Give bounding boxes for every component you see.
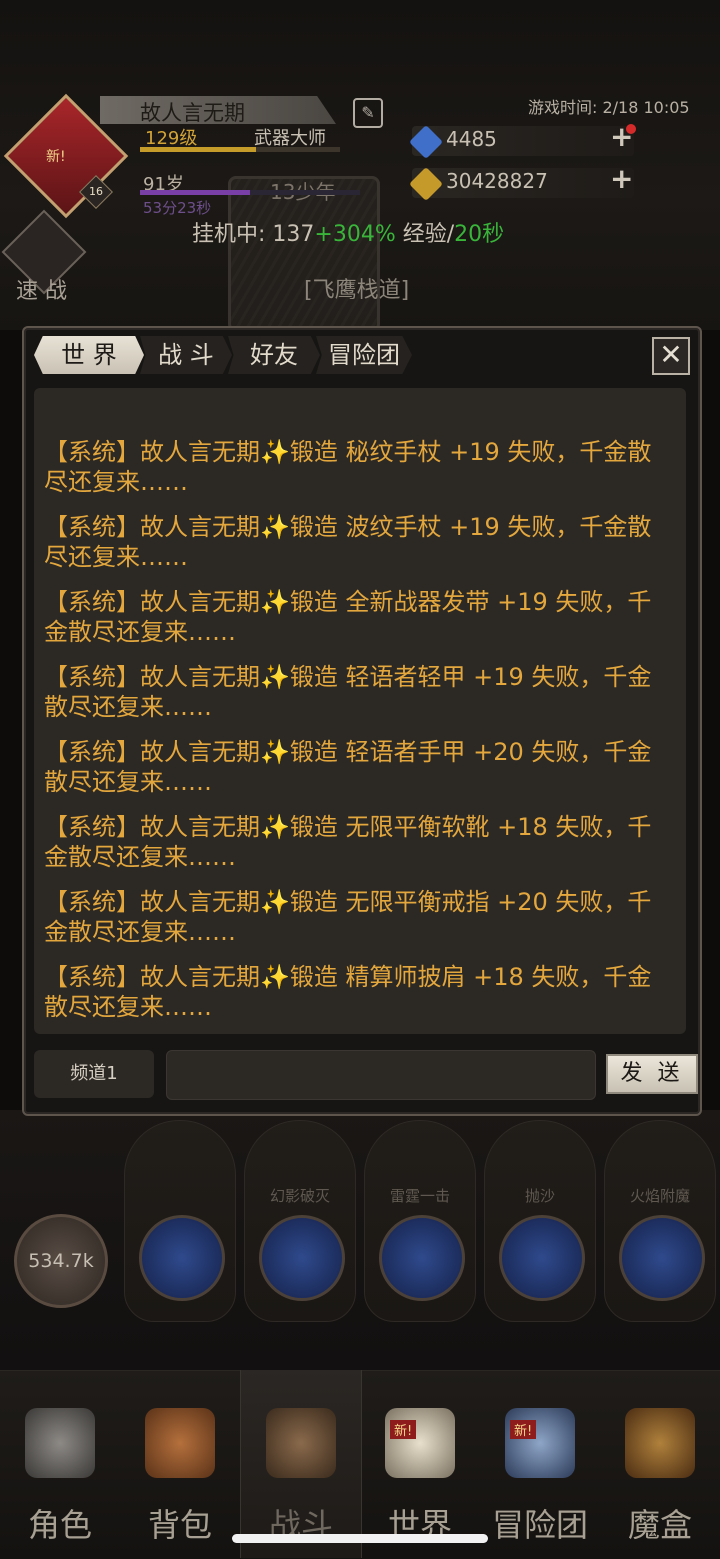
avatar-new-badge: 新! (46, 149, 66, 165)
nav-label: 魔盒 (627, 1506, 692, 1544)
speed-battle-label[interactable]: 速 战 (16, 273, 67, 305)
sand-icon (499, 1215, 585, 1301)
nav-label: 冒险团 (491, 1506, 588, 1544)
tab-world[interactable]: 世 界 (34, 336, 144, 374)
tab-friends[interactable]: 好友 (228, 336, 320, 374)
chat-message: 【系统】故人言无期✨锻造 精算师披肩 +18 失败，千金散尽还复来…… (44, 963, 652, 1021)
gold-count: 30428827 (446, 169, 548, 193)
castle-icon (505, 1408, 575, 1478)
chat-message: 【系统】故人言无期✨锻造 秘纹手杖 +19 失败，千金散尽还复来…… (44, 438, 652, 496)
skill-name: 抛沙 (524, 1187, 555, 1205)
skill-name: 火焰附魔 (629, 1187, 690, 1205)
tab-adventure-group[interactable]: 冒险团 (316, 336, 412, 374)
age-timer: 53分23秒 (143, 199, 212, 217)
nav-adventure-group[interactable]: 新! 冒险团 (480, 1370, 600, 1558)
skill-name: 雷霆一击 (389, 1187, 450, 1205)
tab-battle[interactable]: 战 斗 (140, 336, 232, 374)
skill-slot-1[interactable]: 幻影破灭 (244, 1120, 356, 1322)
channel-selector[interactable]: 频道1 (34, 1050, 154, 1098)
chat-message: 【系统】故人言无期✨锻造 波纹手杖 +19 失败，千金散尽还复来…… (44, 513, 652, 571)
notification-dot (626, 124, 636, 134)
nav-label: 背包 (147, 1506, 212, 1544)
gem-count: 4485 (446, 127, 497, 151)
nav-world[interactable]: 新! 世界 (360, 1370, 480, 1558)
chat-message: 【系统】故人言无期✨锻造 轻语者轻甲 +19 失败，千金散尽还复来…… (44, 663, 652, 721)
age-progress-fill (140, 190, 250, 195)
chat-message: 【系统】故人言无期✨锻造 无限平衡戒指 +20 失败，千金散尽还复来…… (44, 888, 652, 946)
backpack-icon (145, 1408, 215, 1478)
idle-status: 挂机中: 137+304% 经验/20秒 (192, 222, 505, 247)
level-progress-fill (140, 147, 256, 152)
edit-name-button[interactable]: ✎ (353, 98, 383, 128)
nav-magic-box[interactable]: 魔盒 (600, 1370, 720, 1558)
add-gold-button[interactable]: + (610, 162, 633, 195)
skill-slot-basic[interactable] (124, 1120, 236, 1322)
scroll-icon (385, 1408, 455, 1478)
chat-message: 【系统】故人言无期✨锻造 轻语者手甲 +20 失败，千金散尽还复来…… (44, 738, 652, 796)
chat-message: 【系统】故人言无期✨锻造 无限平衡软靴 +18 失败，千金散尽还复来…… (44, 813, 652, 871)
nav-new-badge: 新! (390, 1420, 417, 1439)
sword-icon (139, 1215, 225, 1301)
chat-input[interactable] (166, 1050, 596, 1100)
chat-message: 【系统】故人言无期✨锻造 全新战器发带 +19 失败，千金散尽还复来…… (44, 588, 652, 646)
thunder-icon (379, 1215, 465, 1301)
skill-slot-3[interactable]: 抛沙 (484, 1120, 596, 1322)
skill-name: 幻影破灭 (269, 1187, 330, 1205)
nav-battle[interactable]: 战斗 (240, 1370, 362, 1558)
fire-icon (619, 1215, 705, 1301)
close-button[interactable]: ✕ (652, 337, 690, 375)
player-name: 故人言无期 (140, 101, 245, 125)
home-indicator[interactable] (232, 1534, 488, 1543)
sword-shield-icon (266, 1408, 336, 1478)
phantom-icon (259, 1215, 345, 1301)
cube-icon (625, 1408, 695, 1478)
nav-bag[interactable]: 背包 (120, 1370, 240, 1558)
game-time: 游戏时间: 2/18 10:05 (528, 98, 690, 117)
nav-label: 角色 (27, 1506, 92, 1544)
skill-slot-2[interactable]: 雷霆一击 (364, 1120, 476, 1322)
location-name: [飞鹰栈道] (304, 278, 410, 303)
hp-orb: 534.7k (14, 1214, 108, 1308)
send-button[interactable]: 发 送 (606, 1054, 698, 1094)
nav-character[interactable]: 角色 (0, 1370, 120, 1558)
helmet-icon (25, 1408, 95, 1478)
skill-slot-4[interactable]: 火焰附魔 (604, 1120, 716, 1322)
nav-new-badge: 新! (510, 1420, 537, 1439)
